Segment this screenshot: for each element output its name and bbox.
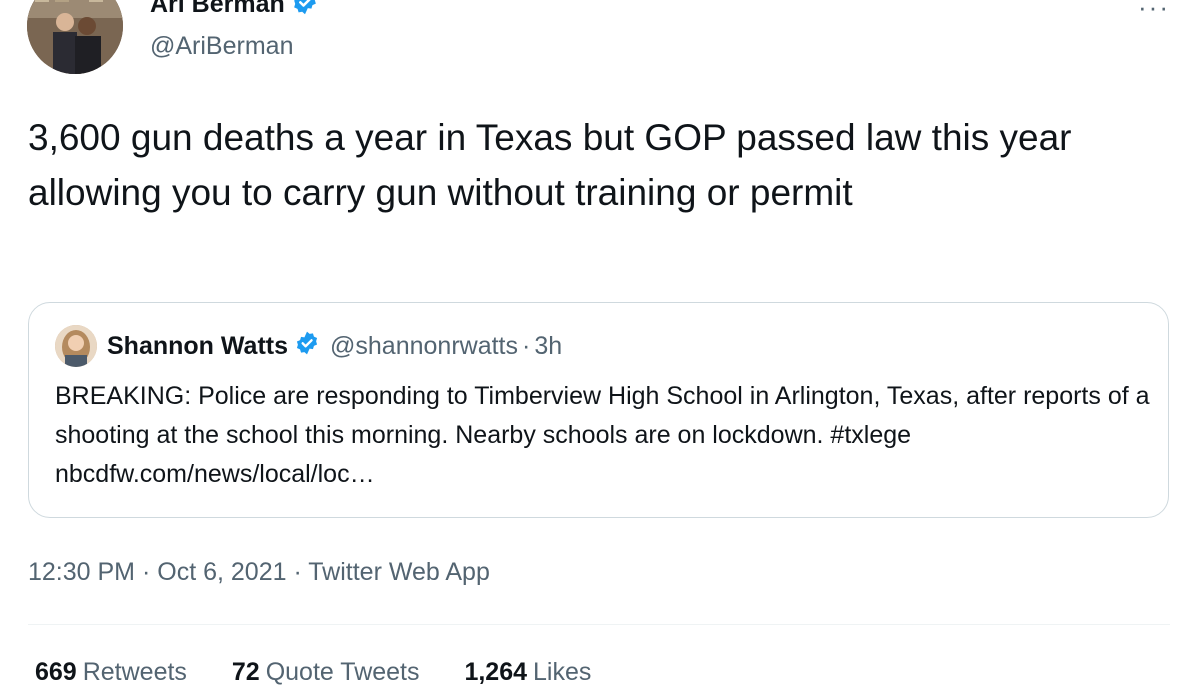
author-name-text[interactable]: Ari Berman [150,0,285,18]
tweet-source[interactable]: Twitter Web App [308,558,490,586]
quoted-author-name[interactable]: Shannon Watts [107,332,288,360]
tweet-date[interactable]: Oct 6, 2021 [157,558,286,586]
tweet-stats: 669 Retweets 72 Quote Tweets 1,264 Likes [35,655,629,689]
divider [28,624,1170,625]
tweet-time[interactable]: 12:30 PM [28,558,135,586]
retweets-count: 669 [35,658,77,686]
likes-stat[interactable]: 1,264 Likes [464,658,591,686]
quoted-tweet[interactable]: Shannon Watts @shannonrwatts · 3h BREAKING… [28,302,1169,518]
author-handle[interactable]: @AriBerman [150,30,293,62]
quote-tweets-label: Quote Tweets [265,658,420,686]
likes-label: Likes [533,658,592,686]
verified-badge-icon [291,0,319,23]
meta-separator: · [141,558,151,586]
quoted-separator: · [522,332,531,360]
retweets-label: Retweets [82,658,187,686]
likes-count: 1,264 [464,658,528,686]
author-name[interactable]: Ari Berman [150,0,319,23]
verified-badge-icon [294,330,320,365]
quoted-text: BREAKING: Police are responding to Timbe… [55,382,1150,488]
quoted-author-avatar[interactable] [55,325,97,367]
more-options-icon[interactable]: ··· [1138,0,1170,23]
quote-tweets-count: 72 [231,658,260,686]
meta-separator: · [293,558,302,586]
retweets-stat[interactable]: 669 Retweets [35,658,187,686]
author-avatar[interactable] [27,0,123,74]
quoted-time[interactable]: 3h [534,332,562,360]
tweet-text: 3,600 gun deaths a year in Texas but GOP… [28,117,1072,213]
quote-tweets-stat[interactable]: 72 Quote Tweets [232,658,420,686]
quoted-header: Shannon Watts @shannonrwatts · 3h [107,329,562,365]
tweet-meta: 12:30 PM · Oct 6, 2021 · Twitter Web App [28,554,490,590]
quoted-author-handle[interactable]: @shannonrwatts [330,332,518,360]
